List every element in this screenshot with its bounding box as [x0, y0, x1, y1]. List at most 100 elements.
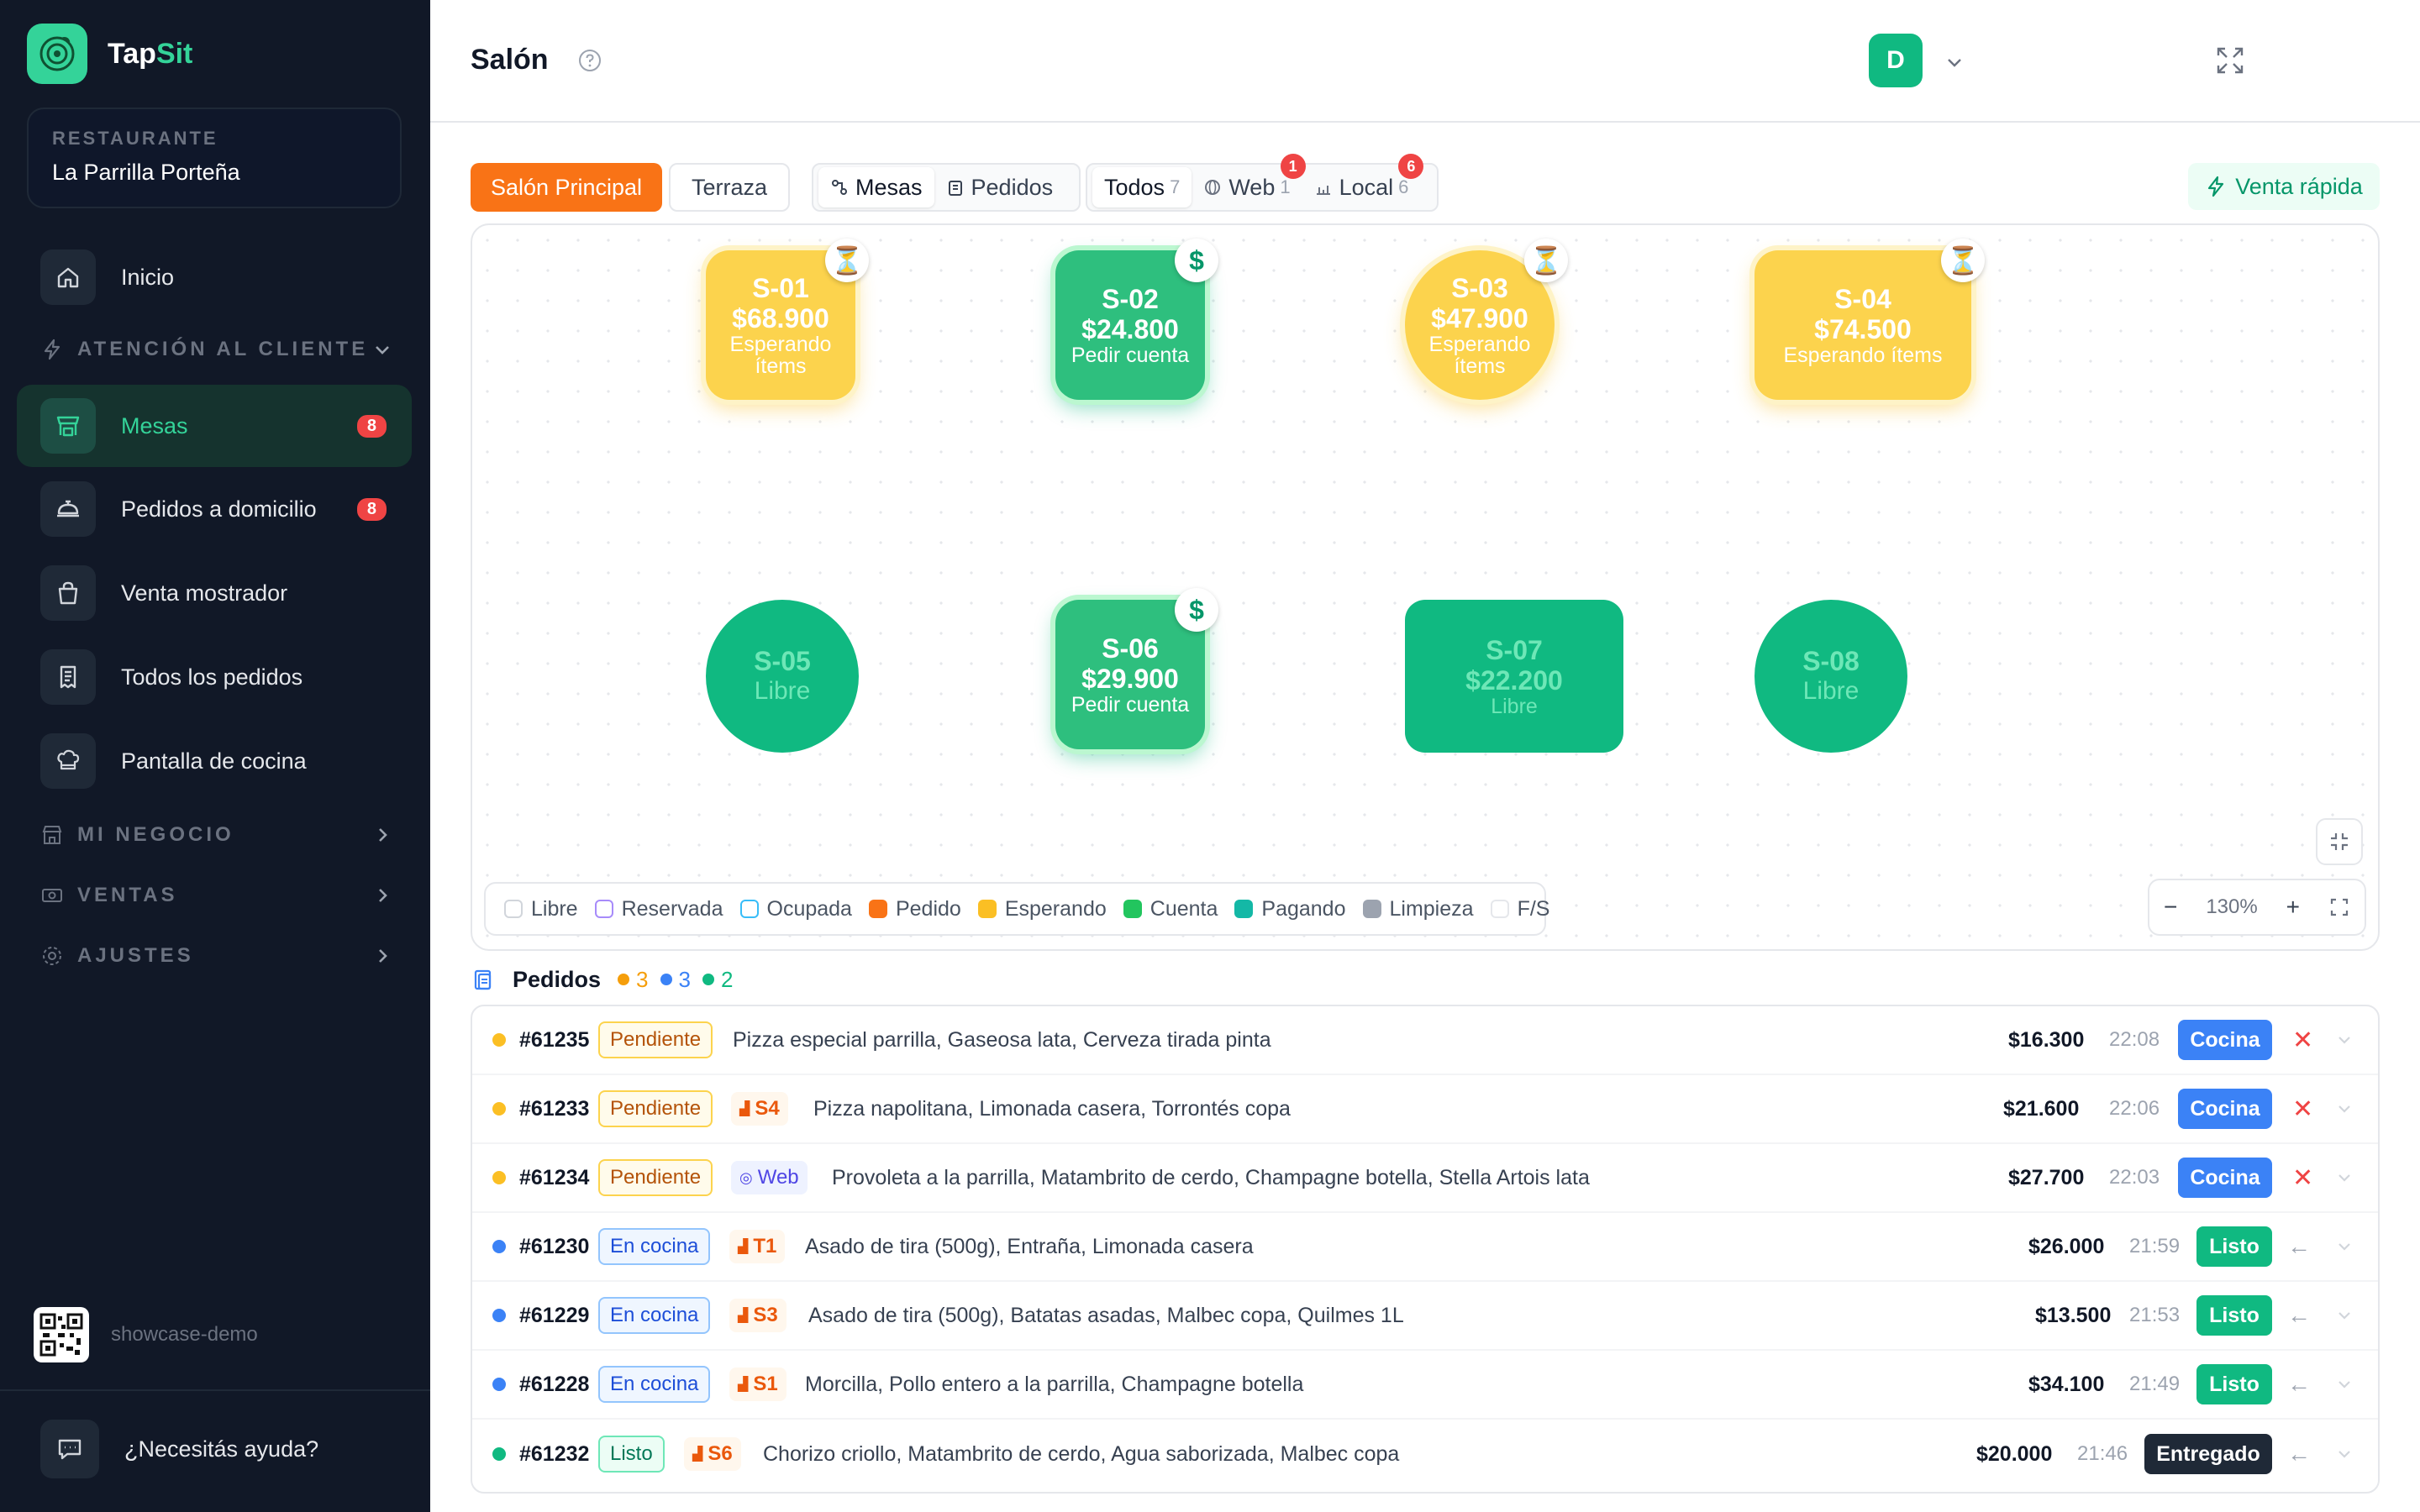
order-row[interactable]: #61235 Pendiente Pizza especial parrilla…: [472, 1006, 2378, 1075]
sidebar-item-label: Inicio: [121, 264, 175, 290]
workspace-card[interactable]: showcase-demo: [34, 1307, 258, 1362]
status-dot: [492, 1309, 506, 1322]
sidebar-item-home[interactable]: Inicio: [17, 236, 412, 318]
order-id: #61235: [519, 1027, 590, 1052]
cash-icon: [42, 889, 62, 902]
legend-swatch: [1234, 900, 1254, 918]
mark-ready-button[interactable]: Listo: [2196, 1226, 2272, 1267]
source-badge: ▟ S6: [684, 1437, 741, 1471]
table-s-05[interactable]: S-05 Libre: [706, 600, 859, 753]
expand-icon: [2217, 47, 2244, 74]
qr-code-icon: [34, 1307, 89, 1362]
zoom-out-button[interactable]: −: [2164, 894, 2177, 921]
legend-swatch: [868, 900, 887, 918]
chevron-down-icon[interactable]: [2334, 1444, 2354, 1464]
table-s-07[interactable]: S-07 $22.200 Libre: [1405, 600, 1623, 753]
chevron-down-icon[interactable]: [2334, 1236, 2354, 1257]
view-tables-button[interactable]: Mesas: [818, 167, 934, 207]
filter-local-button[interactable]: Local 6 6: [1302, 154, 1424, 207]
order-row[interactable]: #61230 En cocina ▟ T1 Asado de tira (500g…: [472, 1213, 2378, 1282]
zone-tab-main[interactable]: Salón Principal: [471, 163, 662, 212]
gear-icon: [43, 947, 61, 965]
order-items: Morcilla, Pollo entero a la parrilla, Ch…: [805, 1372, 1304, 1396]
brand[interactable]: TapSit: [27, 24, 192, 84]
send-to-kitchen-button[interactable]: Cocina: [2178, 1158, 2272, 1198]
mark-ready-button[interactable]: Listo: [2196, 1364, 2272, 1404]
arrow-left-icon[interactable]: ←: [2287, 1371, 2311, 1398]
order-time: 21:49: [2129, 1373, 2181, 1395]
arrow-left-icon[interactable]: ←: [2287, 1441, 2311, 1467]
legend-label: Reservada: [621, 896, 723, 921]
chevron-down-icon[interactable]: [2334, 1099, 2354, 1119]
table-id: S-01: [752, 273, 809, 303]
chevron-down-icon[interactable]: [1943, 50, 1966, 74]
order-row[interactable]: #61234 Pendiente ◎ Web Provoleta a la par…: [472, 1144, 2378, 1213]
restaurant-selector[interactable]: RESTAURANTE La Parrilla Porteña: [27, 108, 402, 208]
filter-all-button[interactable]: Todos 7: [1092, 167, 1192, 207]
arrow-left-icon[interactable]: ←: [2287, 1302, 2311, 1329]
legend-item: Pedido: [868, 897, 961, 921]
restaurant-label: RESTAURANTE: [52, 128, 218, 149]
section-sales[interactable]: VENTAS: [40, 884, 393, 907]
order-row[interactable]: #61228 En cocina ▟ S1 Morcilla, Pollo ent…: [472, 1351, 2378, 1420]
table-s-08[interactable]: S-08 Libre: [1754, 600, 1907, 753]
cancel-icon[interactable]: ✕: [2292, 1095, 2313, 1124]
view-orders-button[interactable]: Pedidos: [934, 167, 1065, 207]
status-badge: Pendiente: [598, 1159, 713, 1196]
filter-web-button[interactable]: Web 1 1: [1192, 154, 1306, 207]
help-circle-icon[interactable]: [576, 47, 603, 74]
table-amount: $68.900: [732, 303, 829, 333]
legend-label: F/S: [1517, 896, 1550, 921]
sidebar-item-kitchen-screen[interactable]: Pantalla de cocina: [17, 720, 412, 802]
collapse-icon: [2331, 833, 2348, 850]
chevron-down-icon[interactable]: [2334, 1168, 2354, 1188]
source-badge: ▟ S1: [729, 1368, 786, 1401]
cancel-icon[interactable]: ✕: [2292, 1026, 2313, 1055]
home-icon: [40, 249, 96, 305]
legend-label: Limpieza: [1389, 896, 1474, 921]
table-amount: $29.900: [1081, 664, 1179, 694]
section-customer-service[interactable]: ATENCIÓN AL CLIENTE: [40, 338, 393, 361]
workspace-name: showcase-demo: [111, 1323, 258, 1346]
order-time: 21:59: [2129, 1235, 2181, 1257]
source-label: S6: [708, 1442, 733, 1465]
table-s-04[interactable]: S-04 $74.500 Esperando ítems: [1754, 250, 1971, 400]
order-row[interactable]: #61232 Listo ▟ S6 Chorizo criollo, Matamb…: [472, 1420, 2378, 1488]
orders-title: Pedidos: [513, 966, 602, 992]
order-row[interactable]: #61229 En cocina ▟ S3 Asado de tira (500g…: [472, 1282, 2378, 1351]
section-settings[interactable]: AJUSTES: [40, 944, 393, 968]
fullscreen-button[interactable]: [2213, 44, 2247, 81]
status-badge: En cocina: [598, 1297, 711, 1334]
table-status-line2: ítems: [1454, 354, 1506, 378]
floor-plan-canvas[interactable]: S-01 $68.900 Esperando ítems ⏳ S-02 $24.…: [471, 223, 2380, 951]
order-time: 22:06: [2109, 1097, 2160, 1120]
section-my-business[interactable]: MI NEGOCIO: [40, 823, 393, 847]
mark-delivered-button[interactable]: Entregado: [2144, 1434, 2272, 1474]
sidebar-item-mesas[interactable]: Mesas 8: [17, 385, 412, 467]
zoom-in-button[interactable]: +: [2286, 894, 2300, 921]
order-row[interactable]: #61233 Pendiente ▟ S4 Pizza napolitana, L…: [472, 1075, 2378, 1144]
legend-swatch: [594, 900, 613, 918]
fit-screen-icon[interactable]: [2328, 896, 2350, 918]
chevron-down-icon[interactable]: [2334, 1305, 2354, 1326]
arrow-left-icon[interactable]: ←: [2287, 1233, 2311, 1260]
send-to-kitchen-button[interactable]: Cocina: [2178, 1089, 2272, 1129]
sidebar-item-delivery[interactable]: Pedidos a domicilio 8: [17, 468, 412, 550]
chevron-right-icon: [379, 889, 387, 902]
collapse-button[interactable]: [2316, 818, 2363, 865]
section-label: VENTAS: [77, 884, 178, 906]
sidebar-item-all-orders[interactable]: Todos los pedidos: [17, 636, 412, 718]
avatar[interactable]: D: [1869, 34, 1923, 87]
mark-ready-button[interactable]: Listo: [2196, 1295, 2272, 1336]
status-dot: [492, 1171, 506, 1184]
legend-item: F/S: [1490, 896, 1550, 921]
send-to-kitchen-button[interactable]: Cocina: [2178, 1020, 2272, 1060]
sidebar-item-label: Todos los pedidos: [121, 664, 303, 690]
chevron-down-icon[interactable]: [2334, 1374, 2354, 1394]
sidebar-item-counter-sale[interactable]: Venta mostrador: [17, 552, 412, 634]
chevron-down-icon[interactable]: [2334, 1030, 2354, 1050]
quick-sale-button[interactable]: Venta rápida: [2188, 163, 2380, 210]
cancel-icon[interactable]: ✕: [2292, 1163, 2313, 1193]
help-link[interactable]: ¿Necesitás ayuda?: [40, 1420, 318, 1478]
zone-tab-terrace[interactable]: Terraza: [669, 163, 790, 212]
